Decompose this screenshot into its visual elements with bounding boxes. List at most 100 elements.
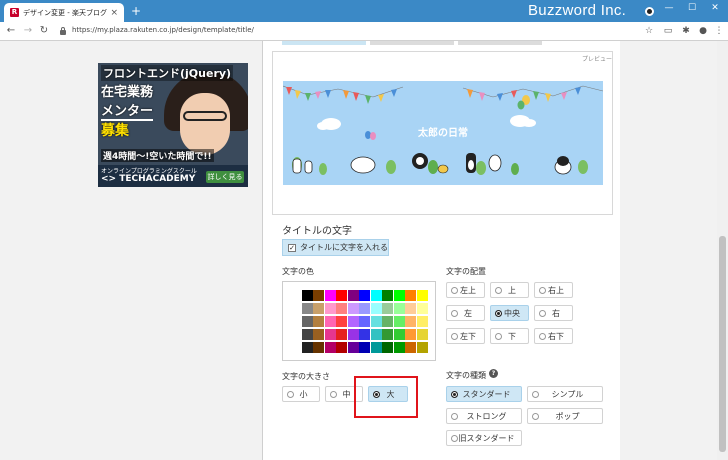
color-swatch[interactable] <box>393 303 405 314</box>
color-swatch[interactable] <box>416 342 428 353</box>
account-icon[interactable]: ● <box>697 25 709 37</box>
type-option[interactable]: ポップ <box>527 408 603 424</box>
color-swatch[interactable] <box>347 316 359 327</box>
color-swatch[interactable] <box>324 329 336 340</box>
position-option[interactable]: 下 <box>490 328 529 344</box>
color-swatch[interactable] <box>405 316 416 327</box>
color-swatch[interactable] <box>382 290 393 301</box>
size-option[interactable]: 小 <box>282 386 320 402</box>
color-swatch[interactable] <box>290 329 301 340</box>
profile-icon[interactable] <box>645 7 654 16</box>
color-swatch[interactable] <box>301 316 313 327</box>
star-icon[interactable]: ☆ <box>643 25 655 37</box>
screen-cast-icon[interactable]: ▭ <box>662 25 674 37</box>
browser-tab[interactable]: R デザイン変更 - 楽天ブログ × <box>4 3 124 22</box>
radio-icon[interactable] <box>495 309 502 317</box>
type-option[interactable]: スタンダード <box>446 386 522 402</box>
radio-icon[interactable] <box>287 390 294 398</box>
color-swatch[interactable] <box>405 303 416 314</box>
color-swatch[interactable] <box>347 342 359 353</box>
position-option[interactable]: 右下 <box>534 328 573 344</box>
minimize-button[interactable]: — <box>662 3 676 13</box>
color-swatch[interactable] <box>393 316 405 327</box>
forward-button[interactable]: → <box>22 24 34 38</box>
lock-icon[interactable] <box>60 27 66 35</box>
color-swatch[interactable] <box>313 342 324 353</box>
type-option[interactable]: シンプル <box>527 386 603 402</box>
color-swatch[interactable] <box>324 316 336 327</box>
radio-icon[interactable] <box>495 286 502 294</box>
radio-icon[interactable] <box>539 332 546 340</box>
help-icon[interactable]: ? <box>489 369 498 378</box>
color-swatch[interactable] <box>416 329 428 340</box>
radio-icon[interactable] <box>330 390 337 398</box>
color-swatch[interactable] <box>370 290 382 301</box>
color-swatch[interactable] <box>370 342 382 353</box>
color-swatch[interactable] <box>359 290 370 301</box>
color-swatch[interactable] <box>416 290 428 301</box>
position-option[interactable]: 上 <box>490 282 529 298</box>
url-text[interactable]: https://my.plaza.rakuten.co.jp/design/te… <box>72 26 254 34</box>
color-swatch[interactable] <box>405 329 416 340</box>
radio-icon[interactable] <box>451 390 458 398</box>
color-swatch[interactable] <box>359 316 370 327</box>
color-swatch[interactable] <box>382 316 393 327</box>
color-swatch[interactable] <box>301 329 313 340</box>
position-option[interactable]: 右上 <box>534 282 573 298</box>
color-swatch[interactable] <box>393 329 405 340</box>
color-swatch[interactable] <box>359 342 370 353</box>
color-swatch[interactable] <box>393 290 405 301</box>
design-tab-active[interactable] <box>282 41 366 45</box>
menu-icon[interactable]: ⋮ <box>713 25 725 37</box>
color-swatch[interactable] <box>347 329 359 340</box>
color-swatch[interactable] <box>336 342 347 353</box>
color-swatch[interactable] <box>324 303 336 314</box>
color-swatch[interactable] <box>370 316 382 327</box>
radio-icon[interactable] <box>451 286 458 294</box>
new-tab-button[interactable]: + <box>130 4 142 18</box>
color-swatch[interactable] <box>347 303 359 314</box>
back-button[interactable]: ← <box>5 24 17 38</box>
color-swatch[interactable] <box>347 290 359 301</box>
color-swatch[interactable] <box>301 303 313 314</box>
ad-cta-button[interactable]: 詳しく見る > <box>206 171 244 187</box>
type-option[interactable]: ストロング <box>446 408 522 424</box>
color-swatch[interactable] <box>324 342 336 353</box>
close-window-button[interactable]: ✕ <box>708 3 722 13</box>
color-swatch[interactable] <box>416 316 428 327</box>
position-option[interactable]: 右 <box>534 305 573 321</box>
color-swatch[interactable] <box>382 303 393 314</box>
color-swatch[interactable] <box>290 342 301 353</box>
check-icon[interactable]: ✓ <box>288 243 296 252</box>
color-swatch[interactable] <box>301 290 313 301</box>
radio-icon[interactable] <box>539 309 546 317</box>
color-swatch[interactable] <box>370 303 382 314</box>
color-swatch[interactable] <box>405 290 416 301</box>
color-swatch[interactable] <box>370 329 382 340</box>
color-swatch[interactable] <box>359 329 370 340</box>
radio-icon[interactable] <box>451 434 458 442</box>
position-option[interactable]: 中央 <box>490 305 529 321</box>
color-swatch[interactable] <box>336 329 347 340</box>
title-text-checkbox-button[interactable]: ✓ タイトルに文字を入れる <box>282 239 389 256</box>
color-swatch[interactable] <box>290 290 301 301</box>
extensions-icon[interactable]: ✱ <box>680 25 692 37</box>
color-swatch[interactable] <box>313 316 324 327</box>
color-swatch[interactable] <box>336 303 347 314</box>
position-option[interactable]: 左 <box>446 305 485 321</box>
color-swatch[interactable] <box>301 342 313 353</box>
color-swatch[interactable] <box>290 303 301 314</box>
color-swatch[interactable] <box>359 303 370 314</box>
radio-icon[interactable] <box>451 332 458 340</box>
techacademy-ad[interactable]: フロントエンド(jQuery) 在宅業務 メンター 募集 週4時間〜!空いた時間… <box>98 63 248 187</box>
color-swatch[interactable] <box>290 316 301 327</box>
radio-icon[interactable] <box>495 332 502 340</box>
position-option[interactable]: 左上 <box>446 282 485 298</box>
type-option[interactable]: 旧スタンダード <box>446 430 522 446</box>
tab-close-icon[interactable]: × <box>110 8 118 18</box>
design-tab-2[interactable] <box>370 41 454 45</box>
maximize-button[interactable]: ☐ <box>685 3 699 13</box>
color-swatch[interactable] <box>416 303 428 314</box>
radio-icon[interactable] <box>532 390 539 398</box>
color-swatch[interactable] <box>324 290 336 301</box>
